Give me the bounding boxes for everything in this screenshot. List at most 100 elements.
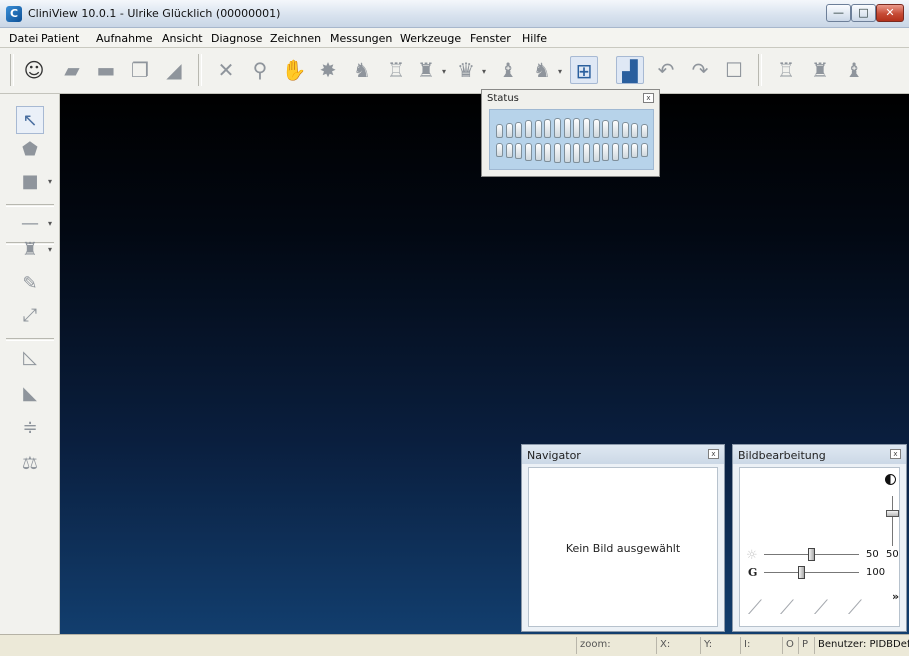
tooth[interactable]	[544, 119, 552, 138]
tooth[interactable]	[515, 122, 523, 138]
folder-open-icon[interactable]: ▰	[58, 56, 86, 84]
tooth[interactable]	[534, 120, 542, 138]
select-arrow-icon[interactable]: ↖	[16, 106, 44, 134]
brightness-icon[interactable]: ✸	[314, 56, 342, 84]
pan-hand-icon[interactable]: ✋	[280, 56, 308, 84]
tooth[interactable]	[592, 119, 600, 138]
tooth-view-a-icon[interactable]: ♖	[772, 56, 800, 84]
tooth[interactable]	[505, 123, 513, 138]
menu-zeichnen[interactable]: Zeichnen	[270, 32, 321, 45]
tooth[interactable]	[573, 143, 581, 163]
tooth[interactable]	[563, 143, 571, 163]
menu-fenster[interactable]: Fenster	[470, 32, 511, 45]
tooth[interactable]	[563, 118, 571, 138]
more-options-icon[interactable]: »	[892, 590, 899, 603]
zoom-icon[interactable]: ⚲	[246, 56, 274, 84]
line-style-icon[interactable]: — ▾	[16, 210, 52, 238]
tooth[interactable]	[611, 143, 619, 161]
eraser-icon[interactable]: ◢	[160, 56, 188, 84]
curve-custom-icon[interactable]: ⟋	[842, 595, 868, 619]
dropdown-arrow-icon[interactable]: ▾	[48, 246, 52, 254]
tooth[interactable]	[592, 143, 600, 162]
fill-color-icon[interactable]: ■ ▾	[16, 168, 52, 196]
tooth[interactable]	[631, 123, 639, 138]
tooth[interactable]	[602, 120, 610, 138]
close-button[interactable]: ✕	[876, 4, 904, 22]
dropdown-arrow-icon[interactable]: ▾	[482, 68, 486, 76]
tooth[interactable]	[582, 118, 590, 138]
menu-messungen[interactable]: Messungen	[330, 32, 392, 45]
triangle-measure-icon[interactable]: ◣	[16, 380, 44, 408]
menu-aufnahme[interactable]: Aufnahme	[96, 32, 153, 45]
patient-head-icon[interactable]: ☺	[20, 56, 48, 84]
tooth-set-icon[interactable]: ♜ ▾	[412, 56, 446, 84]
tooth[interactable]	[631, 143, 639, 158]
curve-linear-icon[interactable]: ⟋	[742, 595, 768, 619]
tooth[interactable]	[640, 124, 648, 138]
status-panel-close-icon[interactable]: x	[643, 93, 654, 103]
annotate-icon[interactable]: ✎	[16, 270, 44, 298]
dropdown-arrow-icon[interactable]: ▾	[48, 220, 52, 228]
menu-datei[interactable]: Datei	[9, 32, 38, 45]
tooth[interactable]	[553, 118, 561, 138]
tooth[interactable]	[582, 143, 590, 163]
menu-patient[interactable]: Patient	[41, 32, 79, 45]
fit-arrows-icon[interactable]: ✕	[212, 56, 240, 84]
distance-measure-icon[interactable]: ≑	[16, 414, 44, 442]
tooth[interactable]	[524, 143, 532, 161]
save-icon[interactable]: ▬	[92, 56, 120, 84]
tooth-scan-icon[interactable]: ♞	[348, 56, 376, 84]
transform-icon[interactable]: ⤢	[16, 302, 44, 330]
dropdown-arrow-icon[interactable]: ▾	[48, 178, 52, 186]
navigator-close-icon[interactable]: x	[708, 449, 719, 459]
gamma-slider-track[interactable]	[764, 572, 859, 573]
dental-chart[interactable]	[489, 109, 654, 170]
contrast-slider-thumb[interactable]	[886, 510, 899, 517]
tooth[interactable]	[621, 143, 629, 159]
undo-icon[interactable]: ↶	[652, 56, 680, 84]
contrast-slider-track[interactable]	[892, 496, 893, 546]
tooth[interactable]	[534, 143, 542, 161]
tooth[interactable]	[640, 143, 648, 157]
redo-icon[interactable]: ↷	[686, 56, 714, 84]
menu-diagnose[interactable]: Diagnose	[211, 32, 262, 45]
bildbearbeitung-close-icon[interactable]: x	[890, 449, 901, 459]
tooth-single-icon[interactable]: ♝	[494, 56, 522, 84]
curve-sharpen-icon[interactable]: ⟋	[808, 595, 834, 619]
maximize-button[interactable]: □	[851, 4, 876, 22]
tooth[interactable]	[602, 143, 610, 161]
menu-hilfe[interactable]: Hilfe	[522, 32, 547, 45]
tooth[interactable]	[505, 143, 513, 158]
angle-measure-icon[interactable]: ◺	[16, 344, 44, 372]
tooth[interactable]	[496, 143, 503, 157]
menu-ansicht[interactable]: Ansicht	[162, 32, 203, 45]
brightness-slider-thumb[interactable]	[808, 548, 815, 561]
navigator-view[interactable]: Kein Bild ausgewählt	[528, 467, 718, 627]
tooth[interactable]	[496, 124, 503, 138]
tooth-tool-icon[interactable]: ♜ ▾	[16, 236, 52, 264]
frame-icon[interactable]: ☐	[720, 56, 748, 84]
tooth[interactable]	[515, 143, 523, 159]
tooth[interactable]	[573, 118, 581, 138]
minimize-button[interactable]: —	[826, 4, 851, 22]
curve-soft-icon[interactable]: ⟋	[774, 595, 800, 619]
tooth-arrange-icon[interactable]: ♛ ▾	[452, 56, 486, 84]
tooth[interactable]	[544, 143, 552, 162]
tooth[interactable]	[621, 122, 629, 138]
tooth-view-c-icon[interactable]: ♝	[840, 56, 868, 84]
tooth[interactable]	[553, 143, 561, 163]
dropdown-arrow-icon[interactable]: ▾	[442, 68, 446, 76]
tooth-view-b-icon[interactable]: ♜	[806, 56, 834, 84]
shape-icon[interactable]: ⬟	[16, 136, 44, 164]
tooth-multi-icon[interactable]: ♞ ▾	[528, 56, 562, 84]
copy-icon[interactable]: ❐	[126, 56, 154, 84]
dropdown-arrow-icon[interactable]: ▾	[558, 68, 562, 76]
compare-icon[interactable]: ⚖	[16, 450, 44, 478]
tooth[interactable]	[524, 120, 532, 138]
histogram-icon[interactable]: ▟	[616, 56, 644, 84]
tooth[interactable]	[611, 120, 619, 138]
menu-werkzeuge[interactable]: Werkzeuge	[400, 32, 461, 45]
tooth-pair-icon[interactable]: ♖	[382, 56, 410, 84]
gamma-slider-thumb[interactable]	[798, 566, 805, 579]
layout-grid-icon[interactable]: ⊞	[570, 56, 598, 84]
